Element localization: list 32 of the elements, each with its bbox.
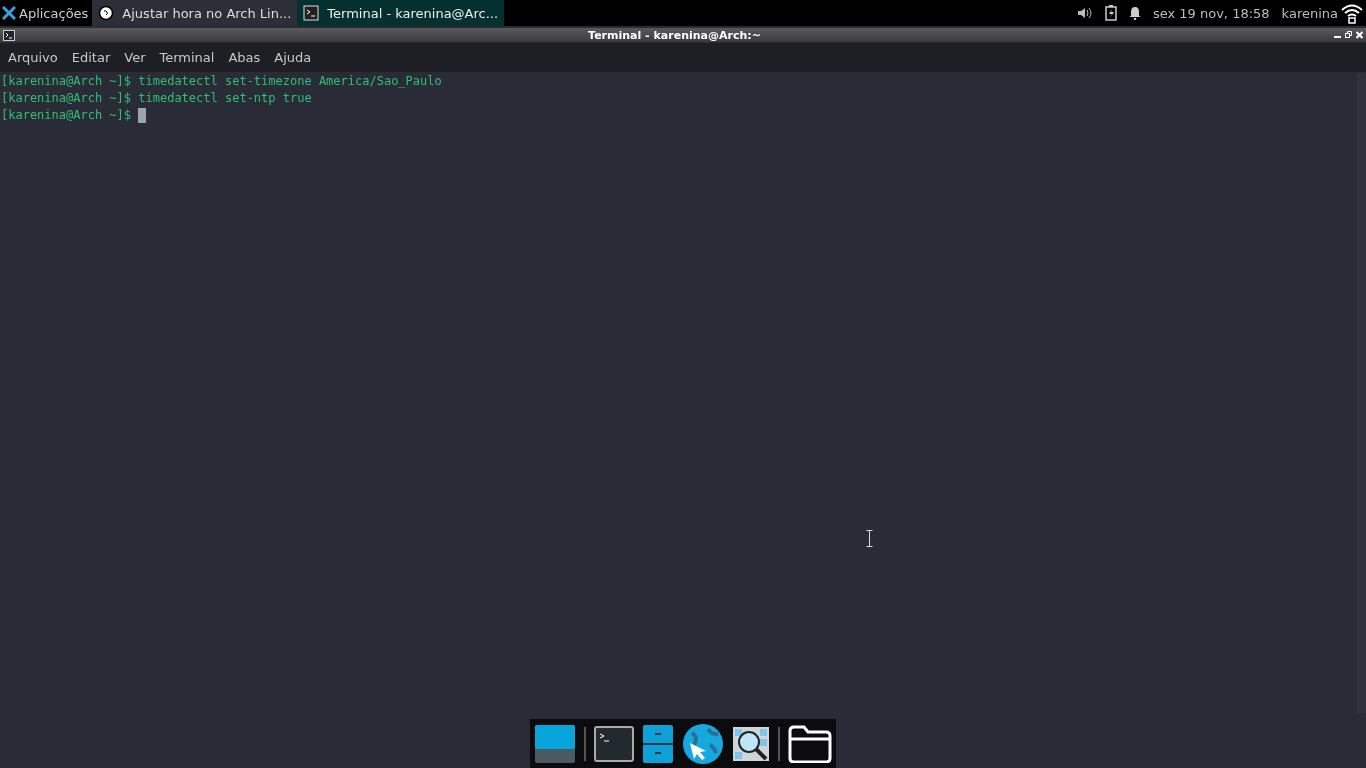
desktop-icon[interactable] [534,723,576,764]
window-title: Terminal - karenina@Arch:~ [587,28,762,42]
bell-icon[interactable] [1128,6,1141,20]
terminal-icon [3,29,15,41]
file-cabinet-icon[interactable] [642,723,674,764]
terminal-icon[interactable] [594,725,634,762]
taskbar-button[interactable]: Terminal - karenina@Arc... [297,0,505,26]
menu-item[interactable]: Ver [117,46,153,69]
folder-icon[interactable] [788,724,832,763]
menu-item[interactable]: Editar [64,46,118,69]
user-name[interactable]: karenina [1281,5,1338,21]
applications-label: Aplicações [19,5,89,21]
ibeam-cursor-icon [866,530,873,547]
battery-icon[interactable] [1104,5,1117,21]
terminal-line: [karenina@Arch ~]$ [1,107,132,124]
menu-item[interactable]: Ajuda [267,46,319,69]
menu-item[interactable]: Arquivo [1,46,65,69]
taskbar-button[interactable]: Ajustar hora no Arch Lin... [92,0,298,26]
applications-menu[interactable]: Aplicações [0,0,93,26]
globe-pointer-icon[interactable] [682,722,724,765]
menu-item[interactable]: Abas [221,46,268,69]
cross-logo-icon [2,6,16,20]
close-icon[interactable] [1356,31,1363,39]
menu-item[interactable]: Terminal [152,46,222,69]
scrollbar[interactable] [1357,73,1366,713]
terminal-icon [303,5,320,21]
maximize-icon[interactable] [1345,31,1352,39]
terminal-line: [karenina@Arch ~]$ timedatectl set-ntp true [1,90,312,107]
terminal-line: [karenina@Arch ~]$ timedatectl set-timezone America/Sao_Paulo [1,73,442,90]
volume-icon[interactable] [1076,6,1093,20]
search-icon[interactable] [732,725,770,762]
clock-text[interactable]: sex 19 nov, 18:58 [1152,5,1270,21]
